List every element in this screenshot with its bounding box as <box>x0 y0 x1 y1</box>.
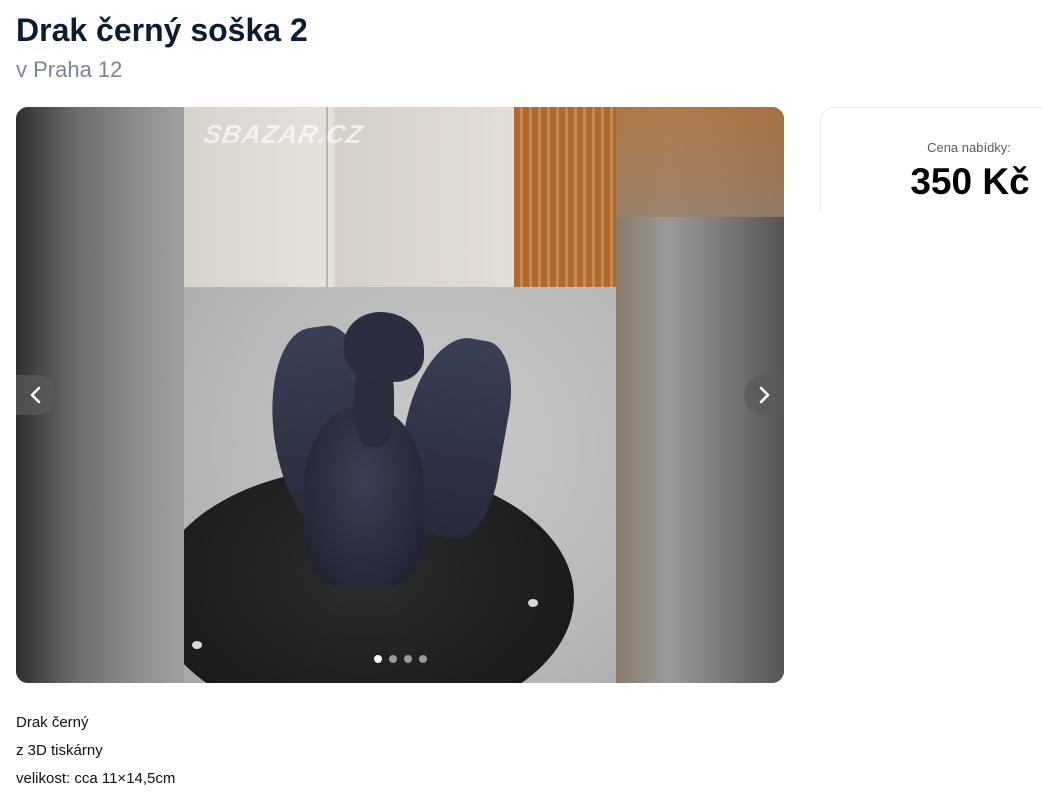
listing-location: v Praha 12 <box>16 57 123 82</box>
price-label: Cena nabídky: <box>927 140 1011 155</box>
gallery-dot-1[interactable] <box>373 655 382 663</box>
gallery-prev-button[interactable] <box>16 375 56 415</box>
price-card: Cena nabídky: 350 Kč <box>820 107 1042 211</box>
listing-description: Drak černý z 3D tiskárny velikost: cca 1… <box>16 709 175 793</box>
chevron-right-icon <box>759 386 770 404</box>
gallery-dot-2[interactable] <box>388 655 397 663</box>
gallery-dot-4[interactable] <box>418 655 427 663</box>
description-line: z 3D tiskárny <box>16 742 103 759</box>
image-gallery[interactable]: SBAZAR.CZ <box>16 107 784 683</box>
gallery-next-button[interactable] <box>744 375 784 415</box>
description-line: Drak černý <box>16 714 89 731</box>
description-line: velikost: cca 11×14,5cm <box>16 770 176 787</box>
watermark-logo: SBAZAR.CZ <box>201 119 366 149</box>
gallery-dot-3[interactable] <box>403 655 412 663</box>
chevron-left-icon <box>30 386 41 404</box>
price-value: 350 Kč <box>910 161 1030 202</box>
gallery-pagination <box>16 655 784 663</box>
gallery-photo[interactable]: SBAZAR.CZ <box>184 107 616 683</box>
photo-wood-panel <box>514 107 616 297</box>
listing-title: Drak černý soška 2 <box>16 12 308 48</box>
